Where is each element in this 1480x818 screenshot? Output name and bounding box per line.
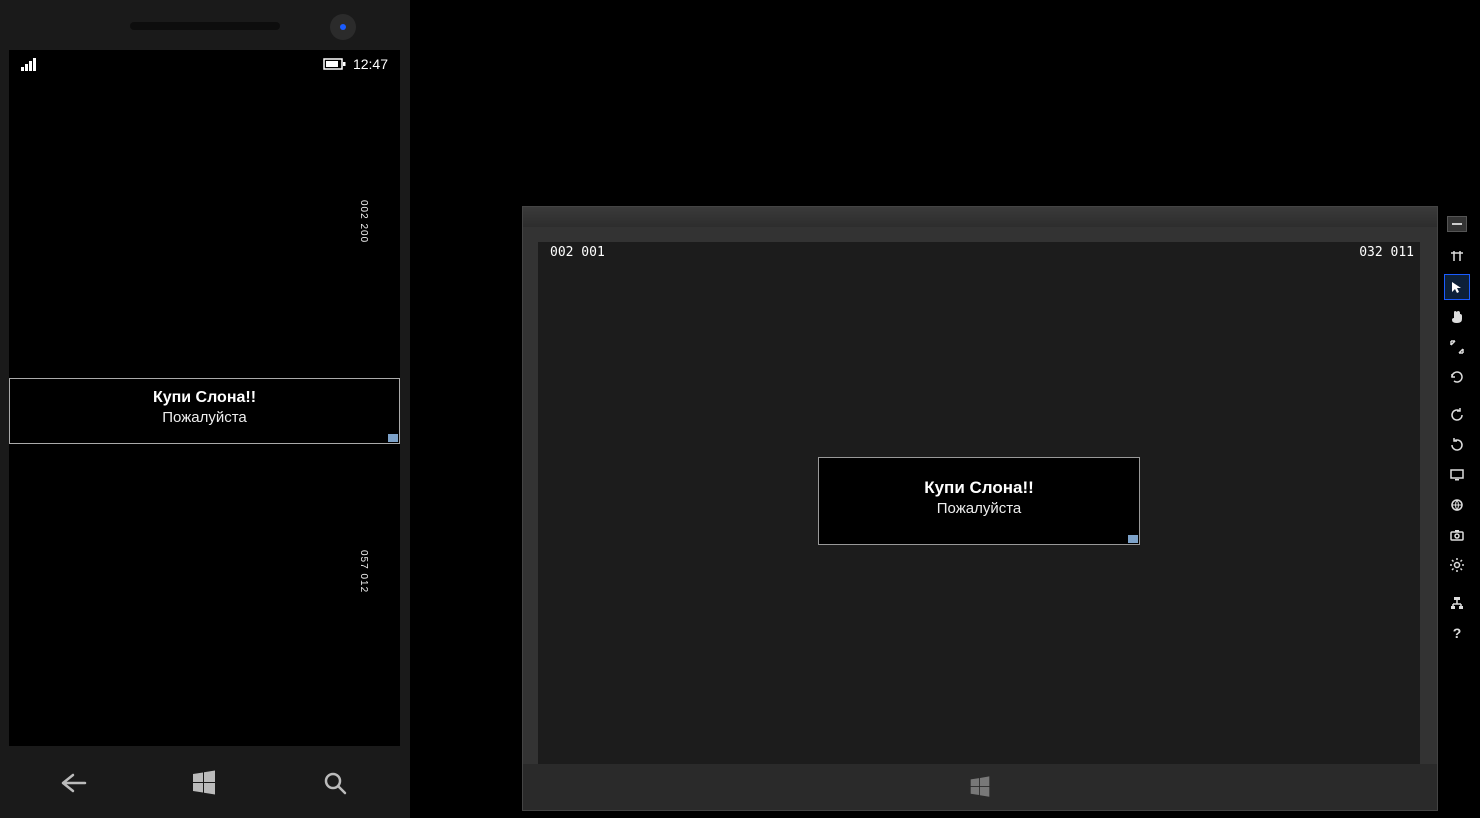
always-on-top-button[interactable] <box>1444 244 1470 270</box>
ad-title: Купи Слона!! <box>819 478 1139 498</box>
phone-speaker <box>130 22 280 30</box>
ad-badge-icon <box>388 434 398 442</box>
help-button[interactable]: ? <box>1444 620 1470 646</box>
perf-counter-right: 032 011 <box>1359 245 1414 260</box>
ad-badge-icon <box>1128 535 1138 543</box>
settings-button[interactable] <box>1444 552 1470 578</box>
start-button[interactable] <box>164 763 244 803</box>
phone-nav-bar <box>9 758 400 808</box>
phone-emulator-chrome: 12:47 002 200 057 012 Купи Слона!! Пожал… <box>0 0 410 818</box>
minimize-button[interactable] <box>1447 216 1467 232</box>
rotation-mode-button[interactable] <box>1444 364 1470 390</box>
resolution-button[interactable] <box>1444 462 1470 488</box>
perf-counter-left: 002 001 <box>550 245 605 260</box>
status-left <box>21 57 41 71</box>
rotate-cw-button[interactable] <box>1444 402 1470 428</box>
simulator-toolbar: ? <box>1442 216 1472 646</box>
ad-title: Купи Слона!! <box>10 389 399 407</box>
tablet-simulator-window: 002 001 032 011 Купи Слона!! Пожалуйста <box>522 206 1438 811</box>
status-time: 12:47 <box>353 56 388 72</box>
perf-counter-top: 002 200 <box>358 200 369 243</box>
search-button[interactable] <box>295 763 375 803</box>
tablet-screen[interactable]: 002 001 032 011 Купи Слона!! Пожалуйста <box>538 242 1420 764</box>
screenshot-button[interactable] <box>1444 522 1470 548</box>
network-button[interactable] <box>1444 590 1470 616</box>
phone-screen[interactable]: 12:47 002 200 057 012 Купи Слона!! Пожал… <box>9 50 400 746</box>
ad-banner[interactable]: Купи Слона!! Пожалуйста <box>9 378 400 444</box>
tablet-window-body: 002 001 032 011 Купи Слона!! Пожалуйста <box>523 227 1437 764</box>
rotate-ccw-button[interactable] <box>1444 432 1470 458</box>
tablet-window-titlebar[interactable] <box>523 207 1437 227</box>
ad-subtitle: Пожалуйста <box>819 500 1139 517</box>
signal-icon <box>21 57 41 71</box>
status-bar: 12:47 <box>9 50 400 78</box>
back-button[interactable] <box>34 763 114 803</box>
start-button[interactable] <box>969 776 991 798</box>
ad-subtitle: Пожалуйста <box>10 409 399 426</box>
mouse-mode-button[interactable] <box>1444 274 1470 300</box>
location-button[interactable] <box>1444 492 1470 518</box>
perf-counter-bottom: 057 012 <box>358 550 369 593</box>
battery-icon <box>323 57 347 71</box>
tablet-nav-bar <box>523 764 1437 810</box>
touch-mode-button[interactable] <box>1444 304 1470 330</box>
status-right: 12:47 <box>323 56 388 72</box>
pinch-zoom-button[interactable] <box>1444 334 1470 360</box>
ad-banner[interactable]: Купи Слона!! Пожалуйста <box>818 457 1140 545</box>
phone-sensor <box>330 14 356 40</box>
